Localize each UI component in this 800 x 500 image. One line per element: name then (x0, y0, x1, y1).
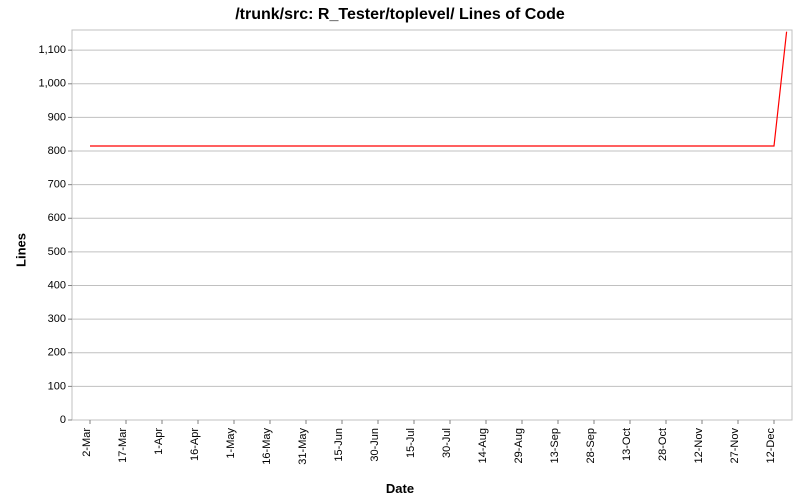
tick-label-x: 29-Aug (513, 428, 525, 463)
tick-label-y: 500 (48, 246, 66, 258)
tick-label-x: 16-May (261, 428, 273, 465)
tick-label-x: 15-Jun (333, 428, 345, 462)
tick-label-x: 16-Apr (189, 428, 201, 461)
tick-label-x: 31-May (297, 428, 309, 465)
tick-label-y: 1,000 (38, 78, 66, 90)
tick-label-y: 100 (48, 380, 66, 392)
tick-label-x: 12-Nov (693, 428, 705, 464)
tick-label-y: 300 (48, 313, 66, 325)
tick-label-y: 200 (48, 347, 66, 359)
tick-label-x: 12-Dec (765, 428, 777, 464)
tick-label-x: 30-Jun (369, 428, 381, 462)
tick-label-x: 28-Oct (657, 428, 669, 461)
tick-label-x: 13-Oct (621, 428, 633, 461)
tick-label-y: 600 (48, 212, 66, 224)
tick-label-x: 30-Jul (441, 428, 453, 458)
tick-label-x: 28-Sep (585, 428, 597, 463)
tick-label-x: 1-Apr (153, 428, 165, 455)
tick-label-x: 27-Nov (729, 428, 741, 464)
tick-label-x: 1-May (225, 428, 237, 459)
tick-label-y: 900 (48, 111, 66, 123)
chart-plot: 0 100 200 300 400 500 600 700 800 900 1,000 1,100 2-… (0, 0, 800, 500)
tick-label-y: 700 (48, 179, 66, 191)
tick-label-y: 1,100 (38, 44, 66, 56)
tick-label-x: 13-Sep (549, 428, 561, 463)
tick-label-y: 0 (60, 414, 66, 426)
plot-area (72, 30, 792, 420)
tick-label-y: 800 (48, 145, 66, 157)
tick-label-x: 17-Mar (117, 428, 129, 463)
tick-label-x: 14-Aug (477, 428, 489, 463)
tick-label-x: 15-Jul (405, 428, 417, 458)
tick-label-y: 400 (48, 279, 66, 291)
tick-label-x: 2-Mar (81, 428, 93, 457)
chart-container: /trunk/src: R_Tester/toplevel/ Lines of … (0, 0, 800, 500)
